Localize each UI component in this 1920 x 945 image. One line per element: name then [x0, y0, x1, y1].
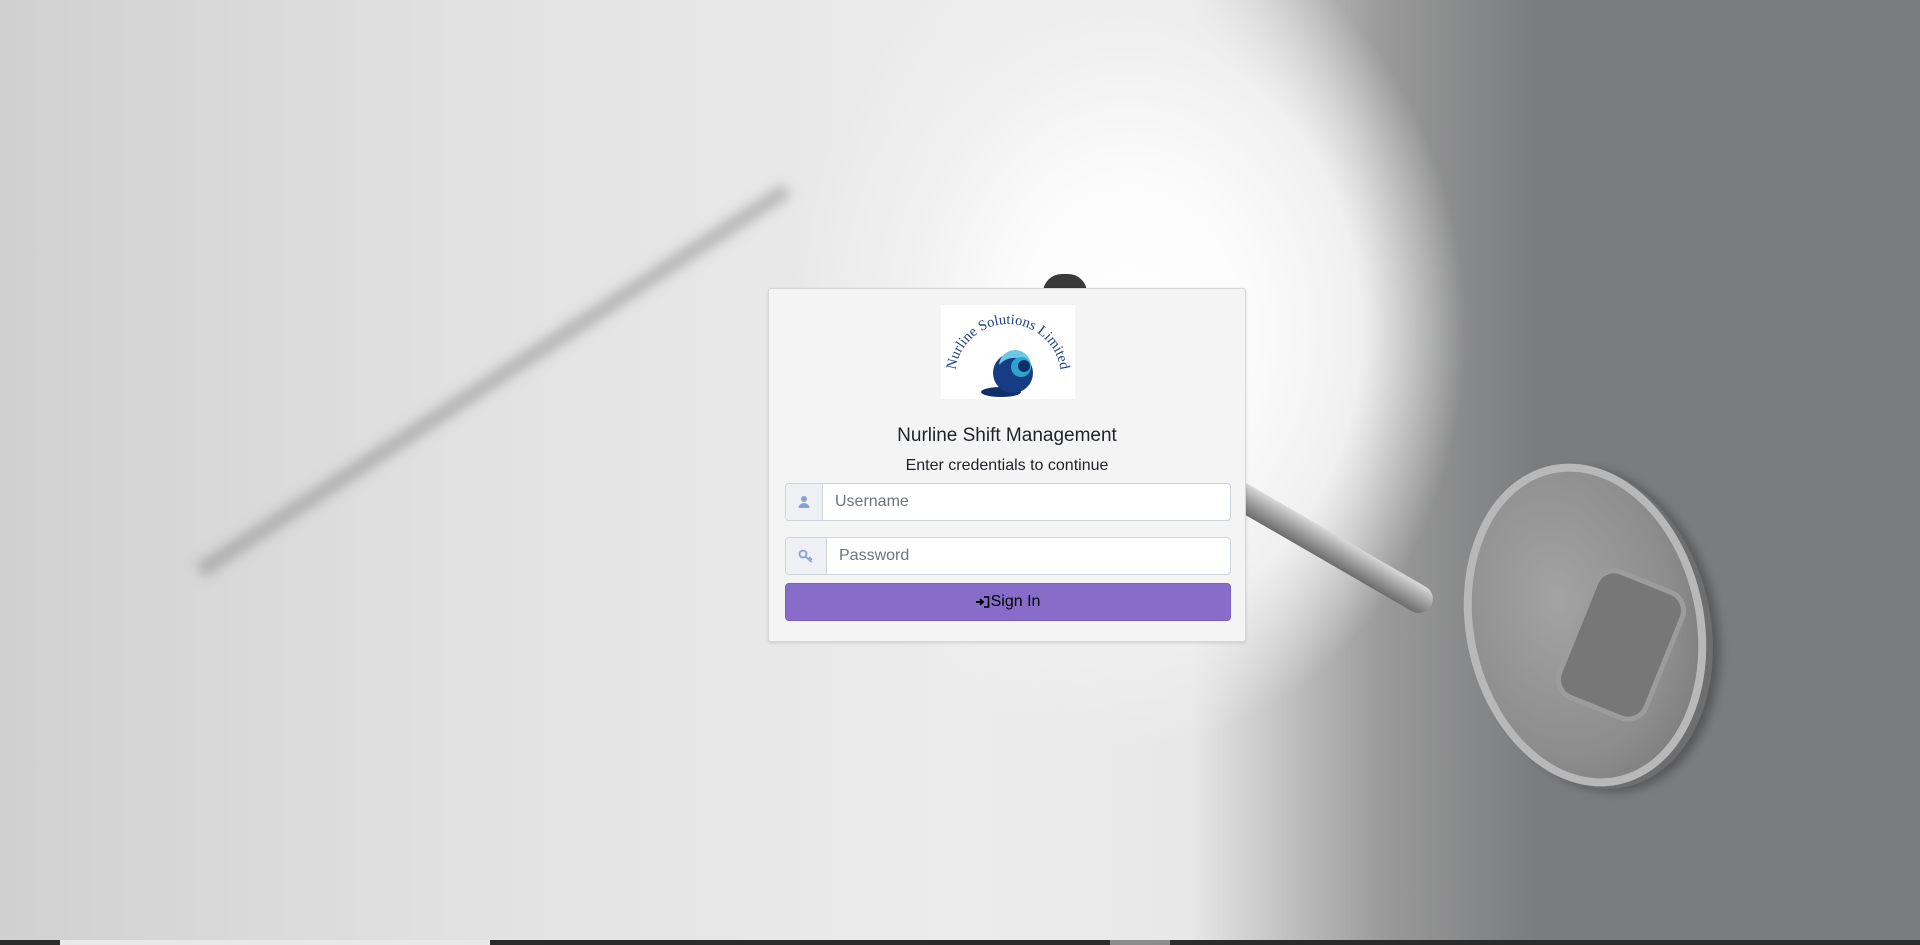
- app-title: Nurline Shift Management: [897, 425, 1117, 446]
- globe-logo-icon: Nurline Solutions Limited: [944, 312, 1073, 397]
- password-input[interactable]: [827, 538, 1230, 574]
- bottom-strip: [0, 940, 1920, 945]
- user-icon: [786, 484, 823, 520]
- key-shaft-blur: [194, 180, 794, 581]
- sign-in-label: Sign In: [990, 593, 1041, 610]
- login-card: Nurline Solutions Limited Nurline Shift …: [768, 288, 1246, 642]
- sign-in-button[interactable]: Sign In: [785, 583, 1231, 621]
- key-icon: [786, 538, 827, 574]
- username-input[interactable]: [823, 484, 1230, 520]
- username-group: [785, 483, 1231, 521]
- password-group: [785, 537, 1231, 575]
- login-subtitle: Enter credentials to continue: [905, 457, 1109, 474]
- company-logo: Nurline Solutions Limited: [941, 305, 1075, 399]
- sign-in-icon: [975, 596, 990, 608]
